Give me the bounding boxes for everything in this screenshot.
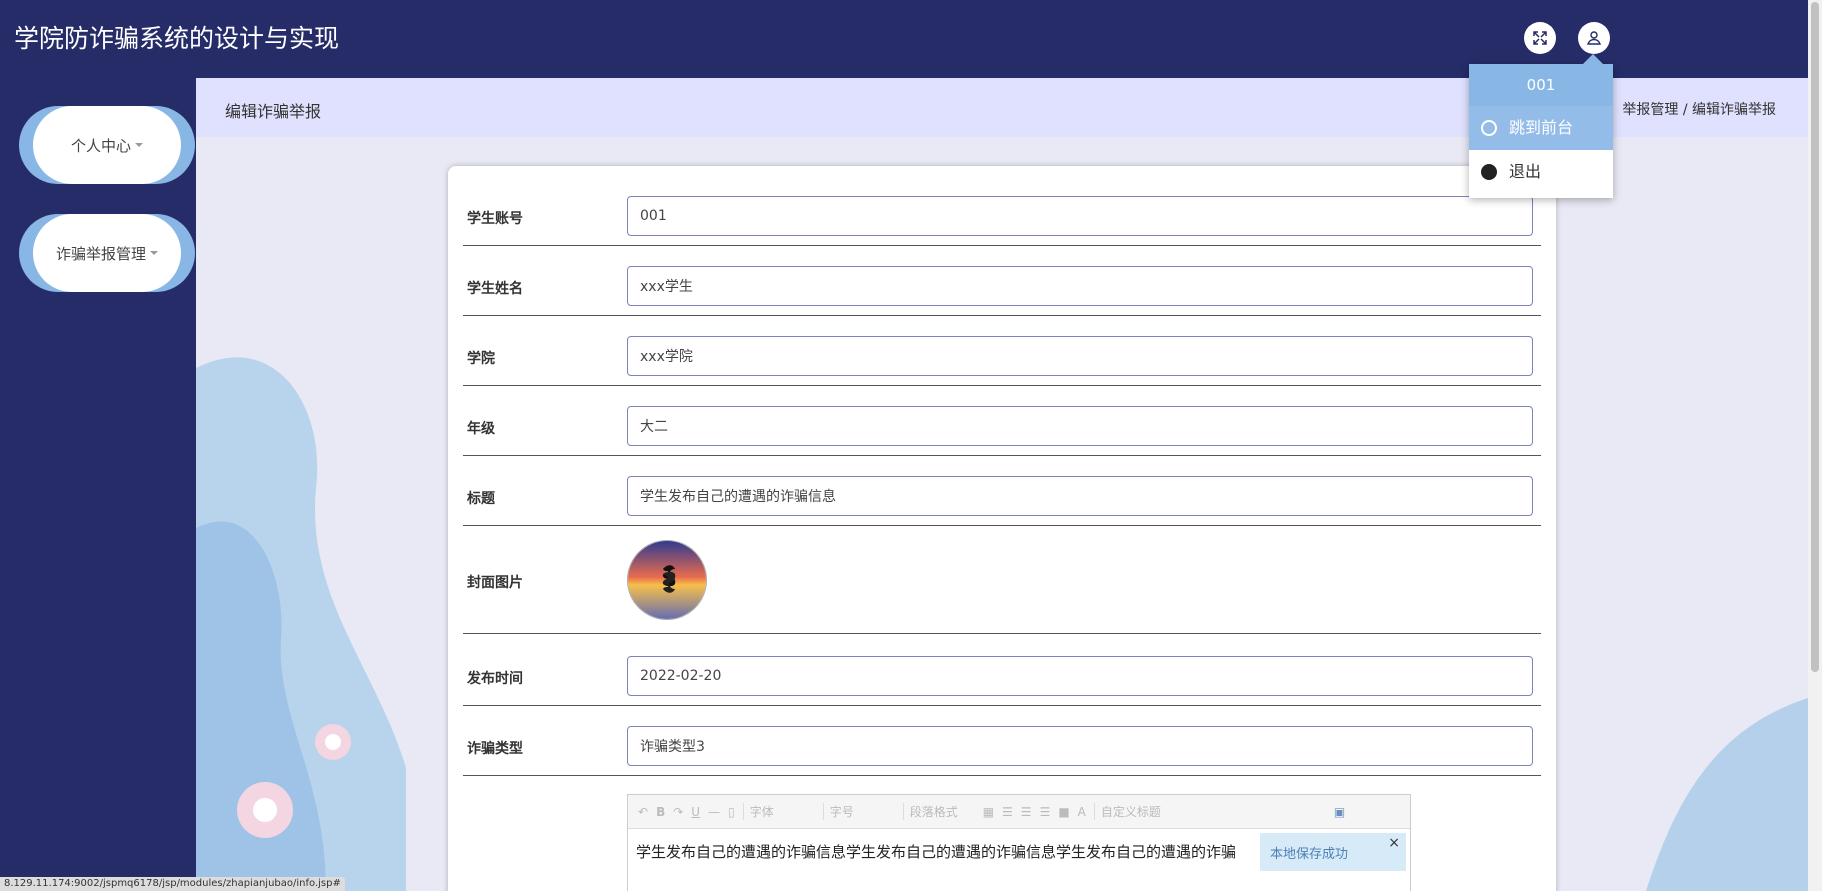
- chevron-down-icon: [150, 251, 158, 255]
- main-content: 编辑诈骗举报 举报管理 / 编辑诈骗举报 学生账号 学生姓名 学院 年级 标题 …: [196, 78, 1808, 891]
- dropdown-username: 001: [1469, 64, 1613, 106]
- font-size-select[interactable]: 字号: [822, 803, 895, 820]
- justify-icon[interactable]: ☰: [1040, 805, 1051, 819]
- scrollbar-thumb[interactable]: [1811, 2, 1819, 672]
- font-color-icon[interactable]: A: [1078, 805, 1086, 819]
- bold-icon[interactable]: B: [656, 805, 665, 819]
- page-title: 编辑诈骗举报: [225, 102, 322, 121]
- sidebar-item-label: 诈骗举报管理: [55, 244, 146, 263]
- form-label: 封面图片: [467, 575, 523, 591]
- save-success-tooltip: 本地保存成功 ×: [1260, 833, 1406, 871]
- menu-item-label: 跳到前台: [1509, 118, 1574, 137]
- form-label: 学生姓名: [467, 281, 523, 297]
- browser-status-url: 8.129.11.174:9002/jspmq6178/jsp/modules/…: [0, 877, 345, 891]
- title-input[interactable]: [627, 476, 1533, 516]
- close-icon[interactable]: ×: [1388, 835, 1400, 851]
- menu-item-logout[interactable]: 退出: [1469, 150, 1613, 194]
- block-icon[interactable]: ■: [1058, 805, 1069, 819]
- chevron-down-icon: [135, 143, 143, 147]
- form-row-publish-time: 发布时间: [463, 634, 1541, 706]
- form-row-student-name: 学生姓名: [463, 246, 1541, 316]
- cover-image-thumbnail: [628, 541, 706, 619]
- editor-toolbar: ↶ B ↷ U — ▯ 字体 字号 段落格式 ▦ ☰ ☰ ☰ ■ A 自定义标题…: [628, 795, 1410, 829]
- page-scrollbar[interactable]: [1808, 0, 1822, 891]
- edit-form-card: 学生账号 学生姓名 学院 年级 标题 封面图片: [448, 166, 1556, 891]
- redo-icon[interactable]: ↷: [673, 805, 683, 819]
- sidebar-item-fraud-report-management[interactable]: 诈骗举报管理: [19, 214, 195, 292]
- underline-icon[interactable]: U: [691, 805, 700, 819]
- form-label: 诈骗类型: [467, 741, 523, 757]
- horizontal-rule-icon[interactable]: —: [708, 805, 720, 819]
- form-row-grade: 年级: [463, 386, 1541, 456]
- student-account-input[interactable]: [627, 196, 1533, 236]
- align-left-icon[interactable]: ☰: [1002, 805, 1013, 819]
- sidebar-item-personal-center[interactable]: 个人中心: [19, 106, 195, 184]
- document-icon[interactable]: ▯: [728, 805, 735, 819]
- app-title: 学院防诈骗系统的设计与实现: [14, 24, 340, 53]
- editor-content[interactable]: 学生发布自己的遭遇的诈骗信息学生发布自己的遭遇的诈骗信息学生发布自己的遭遇的诈骗: [636, 841, 1256, 862]
- undo-icon[interactable]: ↶: [638, 805, 648, 819]
- publish-time-input[interactable]: [627, 656, 1533, 696]
- form-label: 学院: [467, 351, 495, 367]
- fullscreen-icon: [1533, 31, 1547, 45]
- custom-title-select[interactable]: 自定义标题: [1093, 803, 1184, 820]
- form-label: 学生账号: [467, 211, 523, 227]
- fullscreen-button[interactable]: [1524, 22, 1556, 54]
- font-family-select[interactable]: 字体: [742, 803, 815, 820]
- user-icon: [1587, 31, 1601, 45]
- table-icon[interactable]: ▦: [983, 805, 994, 819]
- student-name-input[interactable]: [627, 266, 1533, 306]
- save-success-text: 本地保存成功: [1270, 847, 1349, 862]
- sidebar-item-label: 个人中心: [70, 136, 131, 155]
- fraud-type-input[interactable]: [627, 726, 1533, 766]
- user-dropdown-menu: 001 跳到前台 退出: [1469, 54, 1613, 198]
- breadcrumb: 举报管理 / 编辑诈骗举报: [1622, 102, 1776, 118]
- form-row-college: 学院: [463, 316, 1541, 386]
- form-label: 标题: [467, 491, 495, 507]
- form-row-student-account: 学生账号: [463, 166, 1541, 246]
- sidebar: 个人中心 诈骗举报管理: [0, 78, 196, 891]
- power-icon: [1481, 120, 1497, 136]
- grade-input[interactable]: [627, 406, 1533, 446]
- form-row-cover-image: 封面图片: [463, 526, 1541, 634]
- menu-item-go-frontend[interactable]: 跳到前台: [1469, 106, 1613, 150]
- form-row-fraud-type: 诈骗类型: [463, 706, 1541, 776]
- dropdown-arrow: [1583, 54, 1603, 64]
- preview-icon[interactable]: ▣: [1334, 805, 1345, 819]
- college-input[interactable]: [627, 336, 1533, 376]
- align-right-icon[interactable]: ☰: [1021, 805, 1032, 819]
- form-label: 年级: [467, 421, 495, 437]
- form-label: 发布时间: [467, 671, 523, 687]
- power-icon: [1481, 164, 1497, 180]
- paragraph-format-select[interactable]: 段落格式: [902, 803, 975, 820]
- user-menu-button[interactable]: [1578, 22, 1610, 54]
- form-row-title: 标题: [463, 456, 1541, 526]
- menu-item-label: 退出: [1509, 162, 1542, 181]
- cover-image[interactable]: [627, 540, 707, 620]
- rich-text-editor[interactable]: ↶ B ↷ U — ▯ 字体 字号 段落格式 ▦ ☰ ☰ ☰ ■ A 自定义标题…: [627, 794, 1411, 891]
